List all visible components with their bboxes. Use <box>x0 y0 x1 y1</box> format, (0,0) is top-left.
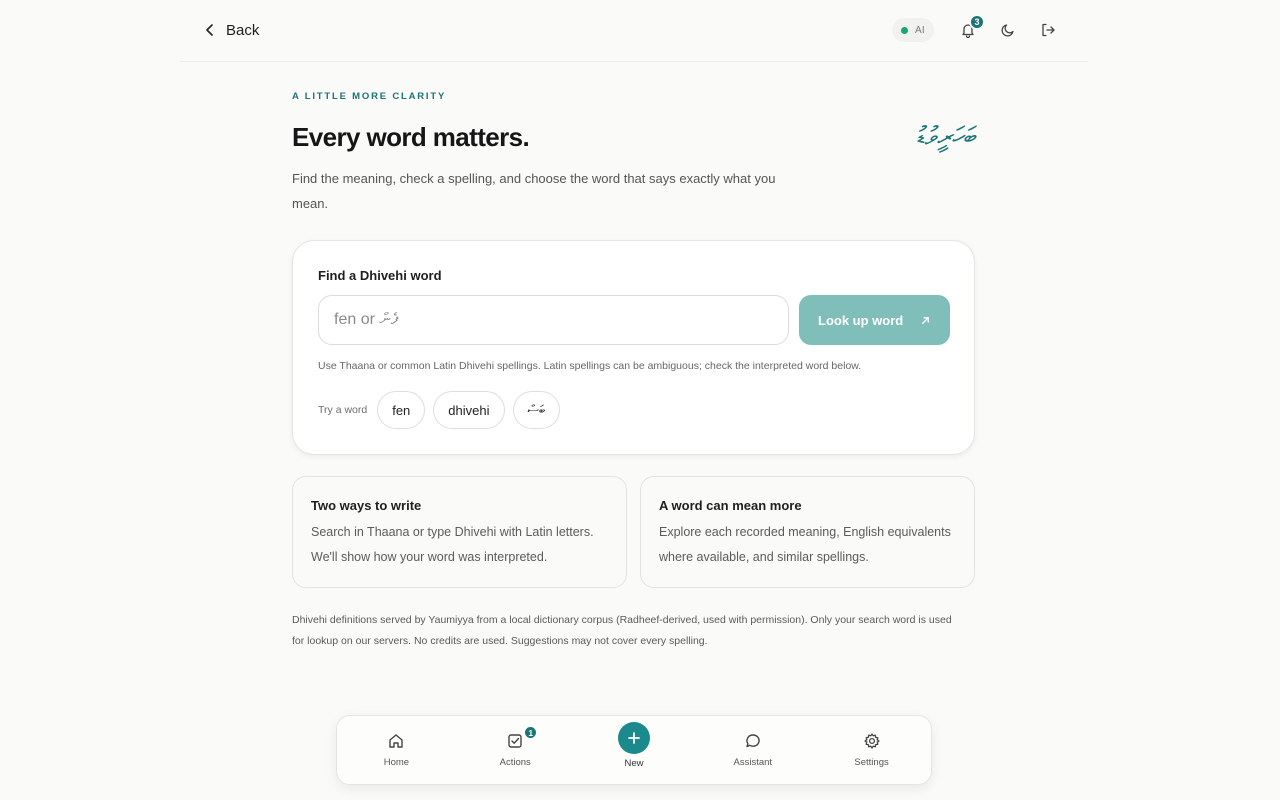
search-input[interactable] <box>318 295 789 345</box>
nav-item-settings[interactable]: Settings <box>832 732 912 768</box>
info-card-title: Two ways to write <box>311 498 422 513</box>
chevron-left-icon <box>206 24 213 36</box>
nav-label: Home <box>383 757 410 768</box>
ai-label: AI <box>914 24 925 36</box>
bottom-nav: Home 1 Actions New Assistant Settings <box>336 715 932 785</box>
suggestion-chip-fen[interactable]: fen <box>377 391 426 429</box>
search-card: Find a Dhivehi word Look up word Use Tha… <box>292 240 975 455</box>
page-title: Every word matters. <box>292 122 530 152</box>
nav-item-assistant[interactable]: Assistant <box>713 732 793 768</box>
info-card-meanings: A word can mean more Explore each record… <box>640 476 975 588</box>
search-hint: Use Thaana or common Latin Dhivehi spell… <box>318 360 862 372</box>
attribution-footnote: Dhivehi definitions served by Yaumiyya f… <box>292 614 952 647</box>
suggestion-chip-thaana[interactable]: ބަސް <box>512 391 561 429</box>
nav-label: New <box>624 758 644 769</box>
info-card-body: Explore each recorded meaning, English e… <box>659 525 951 564</box>
logout-icon <box>1042 23 1055 37</box>
nav-label: Assistant <box>733 757 773 768</box>
ai-status-dot <box>900 26 908 34</box>
nav-item-new[interactable]: New <box>594 722 674 769</box>
notifications-button[interactable]: 3 <box>948 14 988 46</box>
info-card-title: A word can mean more <box>659 498 802 513</box>
nav-label: Actions <box>499 757 531 768</box>
plus-icon <box>628 732 640 744</box>
eyebrow-label: A LITTLE MORE CLARITY <box>292 91 447 102</box>
gear-icon <box>863 733 880 749</box>
new-button[interactable] <box>617 722 650 754</box>
top-bar: Back AI 3 <box>180 0 1088 62</box>
nav-label: Settings <box>854 757 889 768</box>
arrow-up-right-icon <box>922 316 929 324</box>
look-up-word-label: Look up word <box>818 312 904 328</box>
checkbox-icon <box>508 734 522 748</box>
try-a-word-label: Try a word <box>318 404 368 416</box>
look-up-word-button[interactable]: Look up word <box>799 295 950 345</box>
back-button[interactable]: Back <box>202 18 259 42</box>
notification-badge: 3 <box>969 14 985 30</box>
suggestion-chip-dhivehi[interactable]: dhivehi <box>433 391 505 429</box>
actions-badge: 1 <box>523 725 539 740</box>
nav-item-actions[interactable]: 1 Actions <box>475 725 555 768</box>
chat-bubble-icon <box>746 734 760 748</box>
try-a-word-row: Try a word fen dhivehi ބަސް <box>318 391 561 429</box>
home-icon <box>389 734 404 748</box>
nav-item-home[interactable]: Home <box>356 732 436 768</box>
search-label: Find a Dhivehi word <box>318 268 442 283</box>
page-subtitle: Find the meaning, check a spelling, and … <box>292 171 776 211</box>
header-actions: AI 3 <box>891 14 1068 46</box>
back-label: Back <box>226 21 260 39</box>
ai-status-chip[interactable]: AI <box>891 18 934 42</box>
theme-toggle-button[interactable] <box>988 14 1028 46</box>
info-card-two-ways: Two ways to write Search in Thaana or ty… <box>292 476 627 588</box>
thaana-wordmark: ބަހަރީވުޑު <box>915 122 975 152</box>
logout-button[interactable] <box>1028 14 1068 46</box>
info-card-body: Search in Thaana or type Dhivehi with La… <box>311 525 594 564</box>
moon-icon <box>1001 24 1014 37</box>
